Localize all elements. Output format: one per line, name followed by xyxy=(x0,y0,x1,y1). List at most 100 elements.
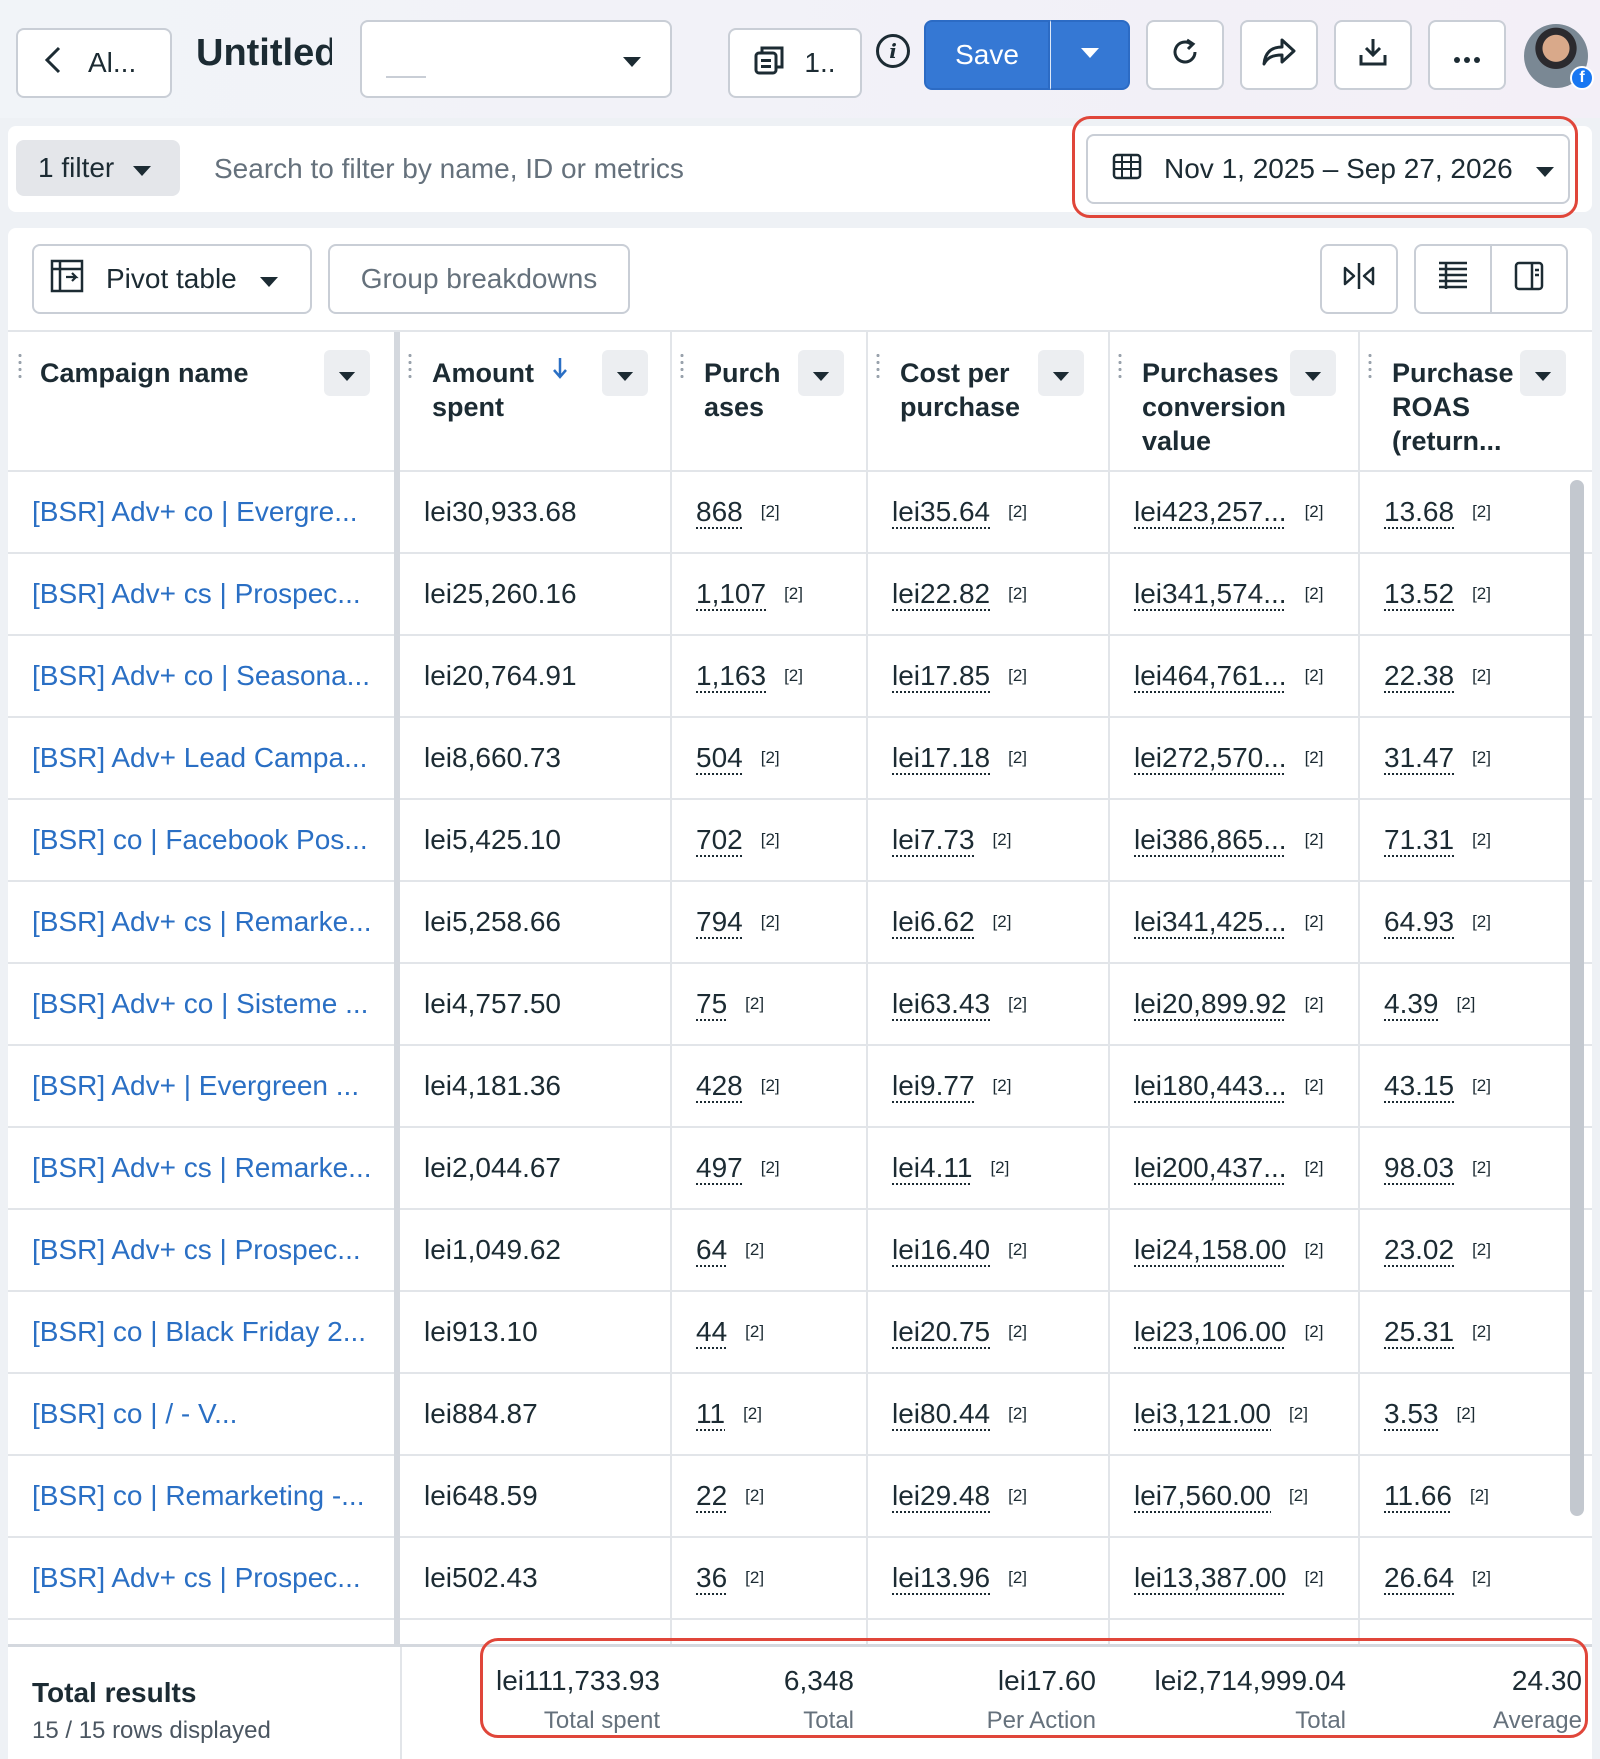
cell-roas-value[interactable]: 43.15 xyxy=(1384,1070,1454,1102)
cell-purchases-value[interactable]: 75 xyxy=(696,988,727,1020)
frozen-column-divider[interactable] xyxy=(394,332,400,1742)
cell-value-value[interactable]: lei180,443... xyxy=(1134,1070,1287,1102)
cell-value-value[interactable]: lei386,865... xyxy=(1134,824,1287,856)
drag-handle-icon[interactable] xyxy=(680,352,684,382)
cell-cpp-value[interactable]: lei7.73 xyxy=(892,824,975,856)
cell-roas-value[interactable]: 3.53 xyxy=(1384,1398,1439,1430)
cell-purchases-value[interactable]: 64 xyxy=(696,1234,727,1266)
cell-purchases-value[interactable]: 868 xyxy=(696,496,743,528)
cell-name-value[interactable]: [BSR] Adv+ co | Seasona... xyxy=(32,660,370,692)
vertical-scrollbar[interactable] xyxy=(1570,480,1584,1516)
cell-cpp-value[interactable]: lei22.82 xyxy=(892,578,990,610)
cell-cpp-value[interactable]: lei35.64 xyxy=(892,496,990,528)
table-row[interactable]: [BSR] Adv+ cs | Remarke... lei2,044.67 497… xyxy=(8,1128,1592,1210)
save-options-button[interactable] xyxy=(1050,20,1130,90)
cell-name-value[interactable]: [BSR] co | Black Friday 2... xyxy=(32,1316,366,1348)
cell-purchases-value[interactable]: 36 xyxy=(696,1562,727,1594)
cell-name[interactable]: [BSR] co | Black Friday 2... xyxy=(32,1292,366,1372)
drag-handle-icon[interactable] xyxy=(1368,352,1372,382)
cell-cpp-value[interactable]: lei29.48 xyxy=(892,1480,990,1512)
compare-button[interactable] xyxy=(1320,244,1398,314)
cell-roas-value[interactable]: 4.39 xyxy=(1384,988,1439,1020)
table-row[interactable]: [BSR] co | Remarketing -... lei648.59 22 [2… xyxy=(8,1456,1592,1538)
cell-value-value[interactable]: lei7,560.00 xyxy=(1134,1480,1271,1512)
cell-name[interactable]: [BSR] co | Remarketing -... xyxy=(32,1456,365,1536)
drag-handle-icon[interactable] xyxy=(18,352,22,382)
cell-roas-value[interactable]: 98.03 xyxy=(1384,1152,1454,1184)
cell-roas-value[interactable]: 13.52 xyxy=(1384,578,1454,610)
cell-name-value[interactable]: [BSR] Adv+ cs | Prospec... xyxy=(32,578,361,610)
cell-purchases-value[interactable]: 497 xyxy=(696,1152,743,1184)
table-row[interactable]: [BSR] co | / - V... lei884.87 11 [2] lei80.4… xyxy=(8,1374,1592,1456)
cell-name-value[interactable]: [BSR] Adv+ Lead Campa... xyxy=(32,742,367,774)
pivot-table-button[interactable]: Pivot table xyxy=(32,244,312,314)
cell-name[interactable]: [BSR] Adv+ co | Seasona... xyxy=(32,636,370,716)
table-row[interactable]: [BSR] Adv+ cs | Remarke... lei5,258.66 794… xyxy=(8,882,1592,964)
table-row[interactable]: [BSR] co | Black Friday 2... lei913.10 44 [… xyxy=(8,1292,1592,1374)
cell-cpp-value[interactable]: lei17.18 xyxy=(892,742,990,774)
cell-name-value[interactable]: [BSR] Adv+ | Evergreen ... xyxy=(32,1070,359,1102)
columns-button[interactable] xyxy=(1414,244,1492,314)
cell-purchases-value[interactable]: 44 xyxy=(696,1316,727,1348)
column-menu-button[interactable] xyxy=(798,350,844,396)
cell-cpp-value[interactable]: lei17.85 xyxy=(892,660,990,692)
cell-cpp-value[interactable]: lei20.75 xyxy=(892,1316,990,1348)
column-menu-button[interactable] xyxy=(1290,350,1336,396)
cell-cpp-value[interactable]: lei9.77 xyxy=(892,1070,975,1102)
cell-purchases-value[interactable]: 1,107 xyxy=(696,578,766,610)
cell-roas-value[interactable]: 23.02 xyxy=(1384,1234,1454,1266)
cell-name[interactable]: [BSR] Adv+ co | Evergre... xyxy=(32,472,358,552)
cell-name-value[interactable]: [BSR] Adv+ cs | Remarke... xyxy=(32,1152,372,1184)
cell-name-value[interactable]: [BSR] co | Remarketing -... xyxy=(32,1480,365,1512)
column-header[interactable]: Cost per purchase xyxy=(868,332,1108,470)
cell-name[interactable]: [BSR] Adv+ Lead Campa... xyxy=(32,718,367,798)
refresh-button[interactable] xyxy=(1146,20,1224,90)
cell-value-value[interactable]: lei464,761... xyxy=(1134,660,1287,692)
table-row[interactable]: [BSR] Adv+ cs | Prospec... lei502.43 36 [2]… xyxy=(8,1538,1592,1620)
cell-name-value[interactable]: [BSR] Adv+ cs | Prospec... xyxy=(32,1562,361,1594)
cell-roas-value[interactable]: 22.38 xyxy=(1384,660,1454,692)
cell-name-value[interactable]: [BSR] Adv+ cs | Remarke... xyxy=(32,906,372,938)
more-button[interactable] xyxy=(1428,20,1506,90)
cell-purchases-value[interactable]: 504 xyxy=(696,742,743,774)
cell-value-value[interactable]: lei341,425... xyxy=(1134,906,1287,938)
table-row[interactable]: [BSR] Adv+ cs | Prospec... lei25,260.16 1,… xyxy=(8,554,1592,636)
cell-name[interactable]: [BSR] Adv+ | Evergreen ... xyxy=(32,1046,359,1126)
filter-chip[interactable]: 1 filter xyxy=(16,140,180,196)
share-button[interactable] xyxy=(1240,20,1318,90)
column-header[interactable]: Campaign name xyxy=(8,332,394,470)
cell-purchases-value[interactable]: 11 xyxy=(696,1398,725,1430)
cell-name-value[interactable]: [BSR] co | / - V... xyxy=(32,1398,237,1430)
cell-cpp-value[interactable]: lei6.62 xyxy=(892,906,975,938)
cell-roas-value[interactable]: 64.93 xyxy=(1384,906,1454,938)
table-row[interactable]: [BSR] Adv+ Lead Campa... lei8,660.73 504 [2… xyxy=(8,718,1592,800)
cell-value-value[interactable]: lei423,257... xyxy=(1134,496,1287,528)
cell-name[interactable]: [BSR] co | Facebook Pos... xyxy=(32,800,368,880)
cell-roas-value[interactable]: 13.68 xyxy=(1384,496,1454,528)
cell-value-value[interactable]: lei13,387.00 xyxy=(1134,1562,1287,1594)
cell-name[interactable]: [BSR] Adv+ cs | Remarke... xyxy=(32,1128,372,1208)
drag-handle-icon[interactable] xyxy=(1118,352,1122,382)
cell-value-value[interactable]: lei272,570... xyxy=(1134,742,1287,774)
column-menu-button[interactable] xyxy=(324,350,370,396)
table-row[interactable]: [BSR] Adv+ co | Evergre... lei30,933.68 86… xyxy=(8,472,1592,554)
column-menu-button[interactable] xyxy=(1520,350,1566,396)
cell-roas-value[interactable]: 71.31 xyxy=(1384,824,1454,856)
cell-cpp-value[interactable]: lei63.43 xyxy=(892,988,990,1020)
cell-value-value[interactable]: lei200,437... xyxy=(1134,1152,1287,1184)
cell-value-value[interactable]: lei3,121.00 xyxy=(1134,1398,1271,1430)
cell-name-value[interactable]: [BSR] Adv+ cs | Prospec... xyxy=(32,1234,361,1266)
column-header[interactable]: Purchases conversion value xyxy=(1110,332,1358,470)
cell-roas-value[interactable]: 31.47 xyxy=(1384,742,1454,774)
column-menu-button[interactable] xyxy=(1038,350,1084,396)
drag-handle-icon[interactable] xyxy=(876,352,880,382)
info-icon[interactable]: i xyxy=(876,34,910,68)
cell-purchases-value[interactable]: 22 xyxy=(696,1480,727,1512)
table-row[interactable]: [BSR] Adv+ co | Sisteme ... lei4,757.50 75… xyxy=(8,964,1592,1046)
cell-name-value[interactable]: [BSR] Adv+ co | Sisteme ... xyxy=(32,988,368,1020)
save-button[interactable]: Save xyxy=(924,20,1050,90)
cell-purchases-value[interactable]: 702 xyxy=(696,824,743,856)
cell-purchases-value[interactable]: 794 xyxy=(696,906,743,938)
cell-roas-value[interactable]: 25.31 xyxy=(1384,1316,1454,1348)
cell-roas-value[interactable]: 26.64 xyxy=(1384,1562,1454,1594)
